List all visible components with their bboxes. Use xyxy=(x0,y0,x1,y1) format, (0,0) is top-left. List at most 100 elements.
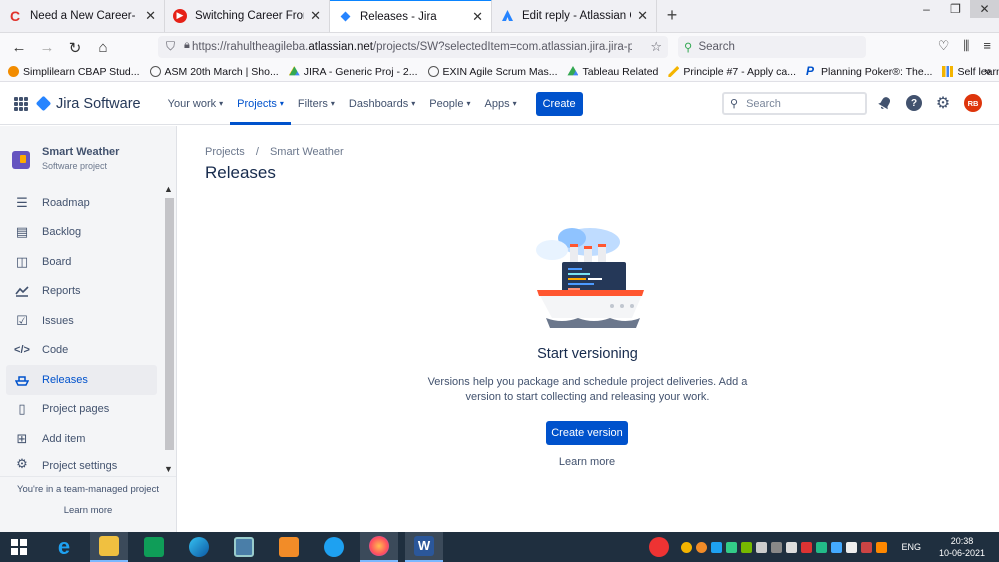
nav-apps[interactable]: Apps ▾ xyxy=(478,83,524,125)
sidebar-item-roadmap[interactable]: ☰ Roadmap xyxy=(6,188,157,218)
browser-tab[interactable]: C Need a New Career- How to Ch ✕ xyxy=(0,0,165,32)
scrollbar-thumb[interactable] xyxy=(165,198,174,450)
bookmark-item[interactable]: Simplilearn CBAP Stud... xyxy=(8,66,140,78)
jira-search-input[interactable]: ⚲ Search xyxy=(722,92,867,115)
tray-icon[interactable] xyxy=(771,541,783,553)
tray-icon[interactable] xyxy=(681,541,693,553)
learn-more-link[interactable]: Learn more xyxy=(0,505,176,516)
network-icon[interactable] xyxy=(846,541,858,553)
project-header[interactable]: Smart Weather Software project xyxy=(12,146,119,171)
close-tab-icon[interactable]: ✕ xyxy=(637,8,648,24)
breadcrumb-projects[interactable]: Projects xyxy=(205,146,245,158)
nav-your-work[interactable]: Your work ▾ xyxy=(161,83,231,125)
tray-app-icon[interactable] xyxy=(649,537,670,557)
lock-icon[interactable]: 🔒︎ xyxy=(184,39,190,52)
tray-icon[interactable] xyxy=(801,541,813,553)
sidebar-item-board[interactable]: ◫ Board xyxy=(6,247,157,277)
sidebar-item-add-item[interactable]: ⊞ Add item xyxy=(6,424,157,454)
taskbar-firefox-icon[interactable] xyxy=(360,532,398,562)
tray-icon[interactable] xyxy=(726,541,738,553)
home-icon[interactable]: ⌂ xyxy=(90,35,116,61)
bookmark-item[interactable]: JIRA - Generic Proj - 2... xyxy=(288,66,418,78)
bookmark-item[interactable]: Tableau Related xyxy=(567,66,658,78)
taskbar-ie-icon[interactable]: e xyxy=(45,532,83,562)
taskbar-edge-icon[interactable] xyxy=(180,532,218,562)
avatar[interactable]: RB xyxy=(964,94,982,112)
language-indicator[interactable]: ENG xyxy=(901,542,921,552)
help-icon[interactable]: ? xyxy=(906,95,922,111)
team-managed-note: You're in a team-managed project xyxy=(17,484,159,495)
learn-more-link[interactable]: Learn more xyxy=(546,456,628,468)
project-sidebar: Smart Weather Software project ▲ ▼ ☰ Road… xyxy=(0,126,177,532)
start-button[interactable] xyxy=(0,532,38,562)
create-button[interactable]: Create xyxy=(535,91,583,116)
tray-icon[interactable] xyxy=(816,541,828,553)
volume-icon[interactable] xyxy=(786,541,798,553)
windows-icon xyxy=(11,539,27,555)
nav-filters[interactable]: Filters ▾ xyxy=(291,83,342,125)
nav-people[interactable]: People ▾ xyxy=(422,83,477,125)
taskbar-store-icon[interactable] xyxy=(135,532,173,562)
chevron-down-icon: ▾ xyxy=(411,99,416,108)
nav-projects[interactable]: Projects ▾ xyxy=(230,83,291,125)
sidebar-scrollbar[interactable]: ▲ ▼ xyxy=(163,184,175,474)
back-icon[interactable]: ← xyxy=(6,35,32,61)
settings-icon[interactable]: ⚙ xyxy=(934,94,952,112)
url-bar[interactable]: ⛉ 🔒︎ https://rahultheagileba.atlassian.n… xyxy=(158,36,668,58)
tray-icon[interactable] xyxy=(831,541,843,553)
bookmark-star-icon[interactable]: ☆ xyxy=(650,39,662,55)
nav-dashboards[interactable]: Dashboards ▾ xyxy=(342,83,422,125)
clock[interactable]: 20:38 10-06-2021 xyxy=(939,535,985,559)
browser-search-input[interactable]: ⚲ Search xyxy=(678,36,866,58)
create-version-button[interactable]: Create version xyxy=(546,421,628,445)
settings-icon: ⚙ xyxy=(16,455,28,471)
new-tab-button[interactable]: + xyxy=(657,0,687,32)
bookmark-item[interactable]: ASM 20th March | Sho... xyxy=(149,66,279,78)
breadcrumb-project[interactable]: Smart Weather xyxy=(270,146,344,158)
bookmark-item[interactable]: P Planning Poker®: The... xyxy=(806,65,932,78)
project-avatar-icon xyxy=(12,151,30,169)
sidebar-item-issues[interactable]: ☑ Issues xyxy=(6,306,157,336)
close-tab-icon[interactable]: ✕ xyxy=(310,8,321,24)
sidebar-item-releases[interactable]: Releases xyxy=(6,365,157,395)
scroll-up-icon[interactable]: ▲ xyxy=(164,184,173,194)
pocket-icon[interactable]: ♡ xyxy=(938,38,950,54)
restore-icon[interactable]: ❐ xyxy=(941,0,970,18)
menu-icon[interactable]: ≡ xyxy=(983,38,991,54)
library-icon[interactable]: ⫼ xyxy=(963,38,969,54)
sidebar-item-reports[interactable]: Reports xyxy=(6,277,157,307)
browser-tab-active[interactable]: Releases - Jira ✕ xyxy=(330,0,492,32)
scroll-down-icon[interactable]: ▼ xyxy=(164,464,173,474)
more-bookmarks-icon[interactable]: » xyxy=(984,64,991,78)
tray-icon[interactable] xyxy=(861,541,873,553)
reload-icon[interactable]: ↻ xyxy=(62,35,88,61)
sidebar-item-code[interactable]: </> Code xyxy=(6,336,157,366)
taskbar-word-icon[interactable]: W xyxy=(405,532,443,562)
tray-icon[interactable] xyxy=(711,541,723,553)
browser-tab[interactable]: Edit reply - Atlassian Communi ✕ xyxy=(492,0,657,32)
tray-icon[interactable] xyxy=(756,541,768,553)
taskbar-monitor-icon[interactable] xyxy=(225,532,263,562)
app-switcher-icon[interactable] xyxy=(14,96,28,111)
bookmark-item[interactable]: Principle #7 - Apply ca... xyxy=(668,66,796,78)
taskbar-media-player-icon[interactable] xyxy=(270,532,308,562)
taskbar-file-explorer-icon[interactable] xyxy=(90,532,128,562)
sidebar-item-project-settings[interactable]: ⚙ Project settings xyxy=(6,454,157,472)
bookmarks-bar: Simplilearn CBAP Stud... ASM 20th March … xyxy=(0,62,999,82)
bookmark-item[interactable]: EXIN Agile Scrum Mas... xyxy=(427,66,557,78)
shield-icon[interactable]: ⛉ xyxy=(166,39,175,54)
tray-icon[interactable] xyxy=(741,541,753,553)
tray-icon[interactable] xyxy=(876,541,888,553)
browser-tab[interactable]: ▶ Switching Career From Sales To ✕ xyxy=(165,0,330,32)
tray-icon[interactable] xyxy=(696,541,708,553)
close-tab-icon[interactable]: ✕ xyxy=(145,8,156,24)
notifications-icon[interactable] xyxy=(876,94,894,112)
jira-logo[interactable]: Jira Software xyxy=(35,96,141,112)
close-window-icon[interactable]: ✕ xyxy=(970,0,999,18)
taskbar-chat-icon[interactable] xyxy=(315,532,353,562)
close-tab-icon[interactable]: ✕ xyxy=(472,9,483,25)
sidebar-item-backlog[interactable]: ▤ Backlog xyxy=(6,218,157,248)
forward-icon[interactable]: → xyxy=(34,35,60,61)
minimize-icon[interactable]: – xyxy=(912,0,941,18)
sidebar-item-project-pages[interactable]: ▯ Project pages xyxy=(6,395,157,425)
